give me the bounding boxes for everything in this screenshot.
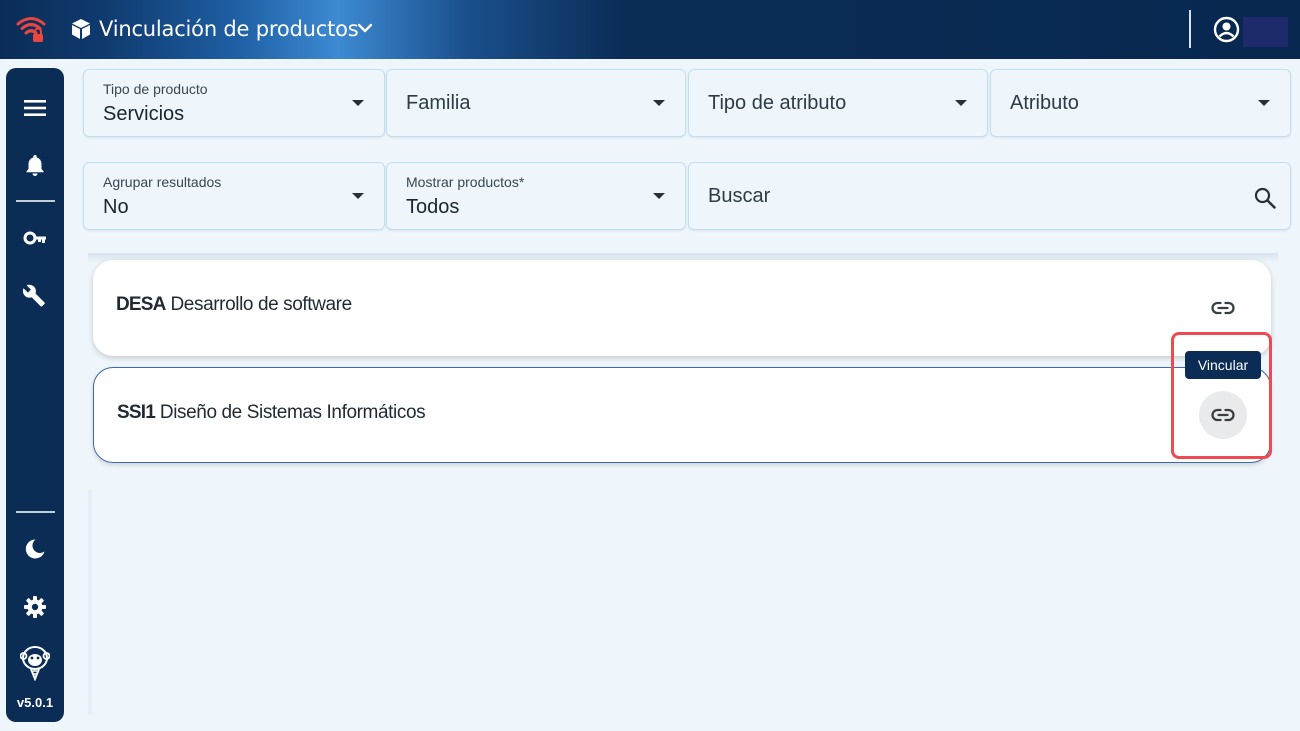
show-products-label: Mostrar productos*: [406, 174, 525, 190]
show-products-select[interactable]: Mostrar productos* Todos: [386, 162, 686, 230]
account-name-redacted[interactable]: [1243, 17, 1288, 47]
dropdown-arrow-icon: [955, 100, 967, 106]
family-select[interactable]: Familia: [386, 69, 686, 137]
dropdown-arrow-icon: [1258, 100, 1270, 106]
bell-icon[interactable]: [23, 153, 47, 177]
cube-icon: [72, 19, 90, 39]
menu-icon[interactable]: [23, 96, 47, 120]
group-results-label: Agrupar resultados: [103, 174, 222, 190]
product-code: SSI1: [117, 402, 156, 423]
product-name: Diseño de Sistemas Informáticos: [159, 402, 426, 423]
highlight-box: [1171, 332, 1272, 459]
search-icon[interactable]: [1253, 186, 1277, 210]
wifi-locked-icon[interactable]: [16, 15, 46, 43]
moon-icon[interactable]: [23, 537, 47, 561]
dropdown-arrow-icon: [352, 193, 364, 199]
page-title[interactable]: Vinculación de productos: [99, 17, 359, 41]
search-input[interactable]: Buscar: [688, 162, 1291, 230]
key-icon[interactable]: [23, 226, 47, 250]
dropdown-arrow-icon: [653, 100, 665, 106]
sidebar-divider: [16, 200, 55, 202]
link-icon: [1211, 301, 1235, 315]
attribute-placeholder: Atributo: [1010, 92, 1079, 114]
dropdown-arrow-icon: [653, 193, 665, 199]
version-label: v5.0.1: [16, 695, 54, 710]
wrench-icon[interactable]: [23, 284, 47, 308]
results-scroll-edge: [88, 490, 92, 715]
product-type-label: Tipo de producto: [103, 81, 208, 97]
result-card[interactable]: SSI1 Diseño de Sistemas Informáticos: [93, 367, 1271, 463]
result-card[interactable]: DESA Desarrollo de software: [93, 260, 1271, 356]
product-type-value: Servicios: [103, 103, 185, 125]
search-placeholder: Buscar: [708, 185, 771, 207]
group-results-select[interactable]: Agrupar resultados No: [83, 162, 385, 230]
attribute-select[interactable]: Atributo: [990, 69, 1291, 137]
top-bar: Vinculación de productos: [0, 0, 1300, 59]
chevron-down-icon[interactable]: [356, 19, 374, 37]
show-products-value: Todos: [406, 196, 460, 218]
family-placeholder: Familia: [406, 92, 471, 114]
link-button[interactable]: [1199, 284, 1247, 332]
account-circle-icon[interactable]: [1213, 16, 1240, 43]
monkey-logo-icon: [20, 646, 50, 681]
sidebar-divider: [16, 511, 55, 513]
group-results-value: No: [103, 196, 129, 218]
topbar-divider: [1189, 10, 1191, 48]
sidebar: v5.0.1: [6, 68, 64, 722]
product-type-select[interactable]: Tipo de producto Servicios: [83, 69, 385, 137]
result-text: SSI1 Diseño de Sistemas Informáticos: [117, 402, 426, 424]
dropdown-arrow-icon: [352, 100, 364, 106]
attribute-type-select[interactable]: Tipo de atributo: [688, 69, 988, 137]
result-text: DESA Desarrollo de software: [116, 294, 352, 316]
attribute-type-placeholder: Tipo de atributo: [708, 92, 847, 114]
gear-icon[interactable]: [23, 595, 47, 619]
product-code: DESA: [116, 294, 166, 315]
product-name: Desarrollo de software: [170, 294, 352, 315]
